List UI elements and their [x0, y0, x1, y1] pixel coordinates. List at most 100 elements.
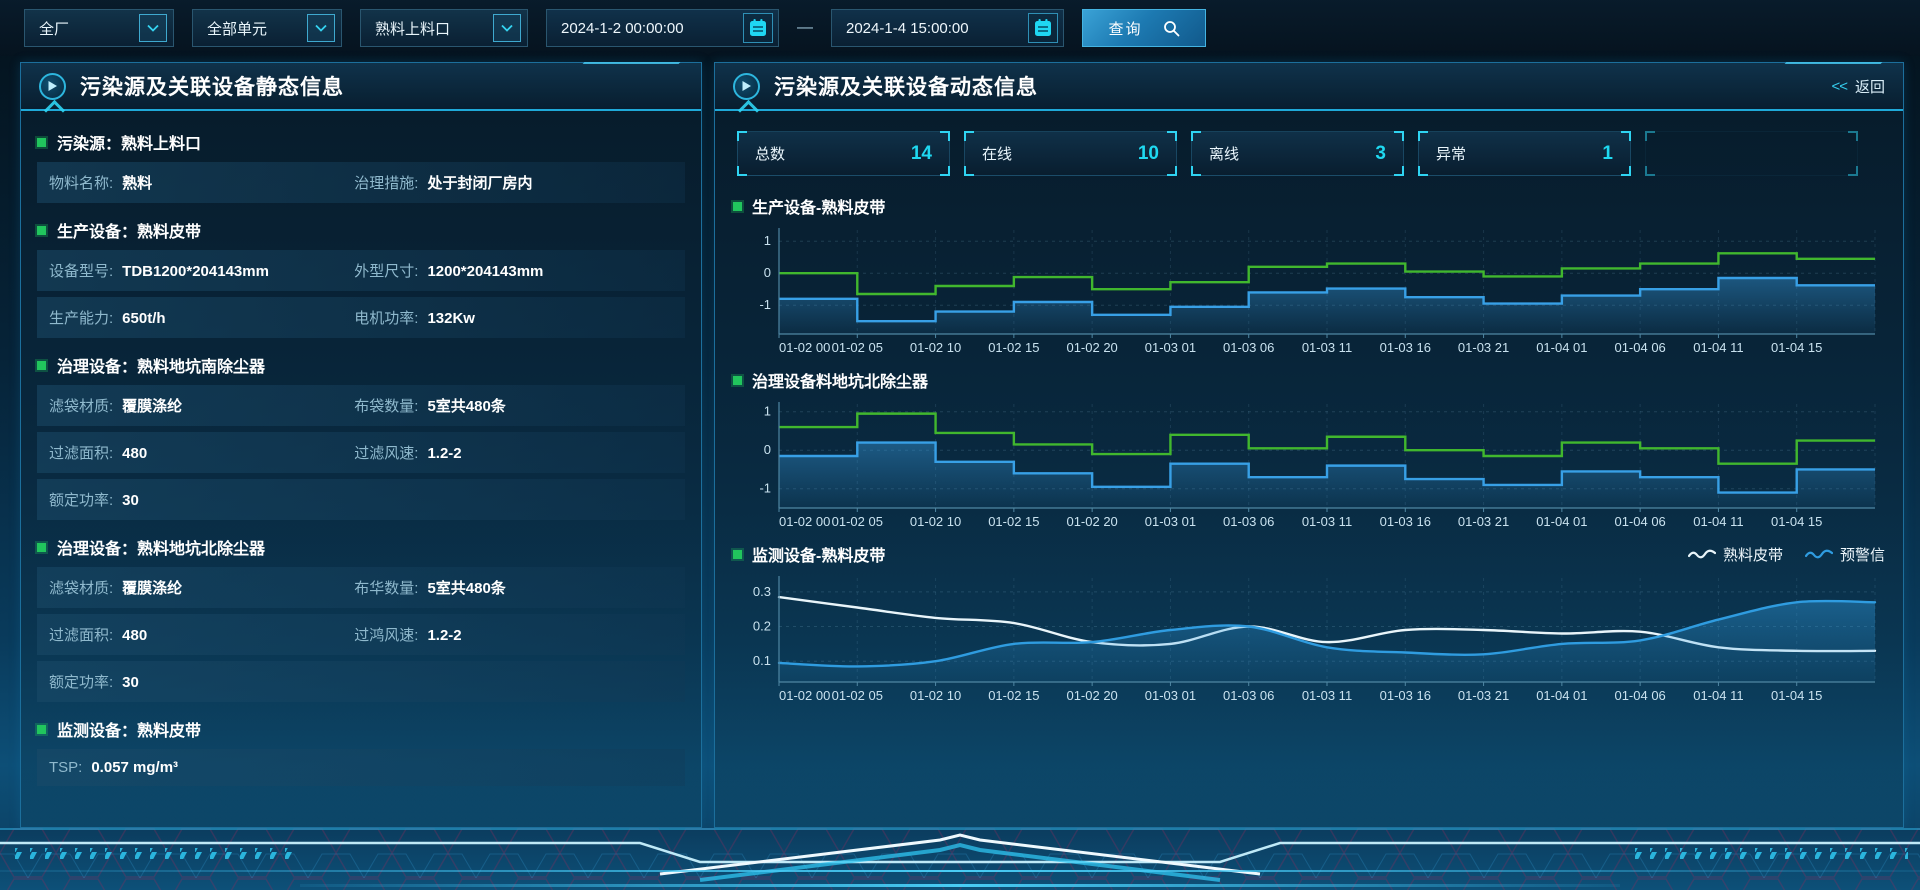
- corner-bracket: [1167, 131, 1177, 141]
- play-icon: [39, 73, 66, 100]
- svg-text:01-03 01: 01-03 01: [1145, 340, 1196, 355]
- info-cell: 布华数量:5室共480条: [354, 577, 685, 598]
- dynamic-info-panel: 污染源及关联设备动态信息 << 返回 总数14在线10离线3异常1 生产设备-熟…: [714, 62, 1904, 828]
- svg-text:01-03 21: 01-03 21: [1458, 340, 1509, 355]
- chevron-down-icon[interactable]: [493, 14, 521, 42]
- info-row: TSP:0.057 mg/m³: [37, 749, 685, 786]
- info-cell: 布袋数量:5室共480条: [354, 395, 685, 416]
- green-square-bullet: [733, 202, 742, 211]
- stat-card: 离线3: [1191, 131, 1404, 176]
- info-cell: 额定功率:30: [49, 489, 354, 510]
- chart-legend: 熟料皮带 预警信: [1688, 544, 1885, 565]
- field-value: 132Kw: [427, 310, 475, 327]
- svg-text:01-02 15: 01-02 15: [988, 514, 1039, 529]
- svg-text:01-03 01: 01-03 01: [1145, 688, 1196, 703]
- info-cell: 治理措施:处于封闭厂房内: [354, 172, 685, 193]
- static-panel-header: 污染源及关联设备静态信息: [21, 63, 701, 111]
- info-cell: 生产能力:650t/h: [49, 307, 354, 328]
- chart-title-row: 治理设备料地坑北除尘器: [733, 364, 1885, 396]
- calendar-icon[interactable]: [743, 13, 773, 43]
- pollution-source-select-value: 熟料上料口: [375, 18, 450, 39]
- legend-label: 熟料皮带: [1723, 544, 1783, 565]
- svg-text:01-04 11: 01-04 11: [1693, 340, 1743, 355]
- back-button[interactable]: << 返回: [1831, 76, 1885, 97]
- query-button-label: 查询: [1108, 18, 1142, 39]
- plant-select[interactable]: 全厂: [24, 9, 174, 47]
- chart-title: 监测设备-熟料皮带: [752, 542, 885, 566]
- chart-plot: 0.30.20.101-02 0001-02 0501-02 1001-02 1…: [733, 570, 1885, 706]
- field-value: 1.2-2: [427, 445, 461, 462]
- corner-bracket: [1621, 131, 1631, 141]
- info-row: 额定功率:30: [37, 479, 685, 520]
- green-square-bullet: [37, 543, 46, 552]
- svg-text:01-03 16: 01-03 16: [1380, 688, 1431, 703]
- start-datetime-input[interactable]: 2024-1-2 00:00:00: [546, 9, 779, 47]
- section-header: 监测设备：熟料皮带: [23, 708, 699, 749]
- legend-label: 预警信: [1840, 544, 1885, 565]
- dynamic-panel-title: 污染源及关联设备动态信息: [774, 71, 1038, 101]
- section-header: 治理设备：熟料地坑北除尘器: [23, 526, 699, 567]
- corner-bracket: [20, 814, 34, 828]
- chart-block-1: 生产设备-熟料皮带10-101-02 0001-02 0501-02 1001-…: [733, 190, 1885, 358]
- svg-text:01-03 16: 01-03 16: [1380, 340, 1431, 355]
- info-cell: 滤袋材质:覆膜涤纶: [49, 395, 354, 416]
- chart-plot: 10-101-02 0001-02 0501-02 1001-02 1501-0…: [733, 396, 1885, 532]
- field-label: 布华数量:: [354, 580, 418, 597]
- field-value: 0.057 mg/m³: [91, 759, 178, 776]
- corner-bracket: [1191, 131, 1201, 141]
- info-row: 过滤面积:480过滤风速:1.2-2: [37, 432, 685, 473]
- static-info-panel: 污染源及关联设备静态信息 污染源：熟料上料口物料名称:熟料治理措施:处于封闭厂房…: [20, 62, 702, 828]
- field-value: 1200*204143mm: [427, 263, 543, 280]
- corner-bracket: [964, 166, 974, 176]
- svg-text:01-03 16: 01-03 16: [1380, 514, 1431, 529]
- svg-text:01-02 10: 01-02 10: [910, 340, 961, 355]
- info-cell: 过滤面积:480: [49, 442, 354, 463]
- svg-text:01-04 15: 01-04 15: [1771, 688, 1822, 703]
- play-icon: [733, 73, 760, 100]
- field-value: 30: [122, 674, 139, 691]
- chart-title-row: 监测设备-熟料皮带 熟料皮带 预警信: [733, 538, 1885, 570]
- info-row: 物料名称:熟料治理措施:处于封闭厂房内: [37, 162, 685, 203]
- unit-select-value: 全部单元: [207, 18, 267, 39]
- corner-bracket: [688, 814, 702, 828]
- field-label: 滤袋材质:: [49, 580, 113, 597]
- svg-text:01-02 00: 01-02 00: [779, 688, 830, 703]
- main-content: 污染源及关联设备静态信息 污染源：熟料上料口物料名称:熟料治理措施:处于封闭厂房…: [20, 62, 1902, 828]
- chevron-down-icon[interactable]: [307, 14, 335, 42]
- svg-text:01-02 10: 01-02 10: [910, 688, 961, 703]
- chevron-down-icon[interactable]: [139, 14, 167, 42]
- corner-bracket: [940, 166, 950, 176]
- field-label: 过鸿风速:: [354, 627, 418, 644]
- section-header: 生产设备：熟料皮带: [23, 209, 699, 250]
- stat-label: 总数: [755, 143, 785, 164]
- end-datetime-input[interactable]: 2024-1-4 15:00:00: [831, 9, 1064, 47]
- corner-bracket: [1645, 166, 1655, 176]
- info-cell: 滤袋材质:覆膜涤纶: [49, 577, 354, 598]
- query-button[interactable]: 查询: [1082, 9, 1206, 47]
- info-row: 滤袋材质:覆膜涤纶布袋数量:5室共480条: [37, 385, 685, 426]
- stat-card: 异常1: [1418, 131, 1631, 176]
- stat-card: 在线10: [964, 131, 1177, 176]
- legend-item[interactable]: 熟料皮带: [1688, 544, 1783, 565]
- section-title: 治理设备：熟料地坑北除尘器: [57, 535, 265, 559]
- svg-text:0: 0: [764, 265, 771, 280]
- chart-block-2: 治理设备料地坑北除尘器10-101-02 0001-02 0501-02 100…: [733, 364, 1885, 532]
- stat-label: 异常: [1436, 143, 1466, 164]
- green-square-bullet: [37, 138, 46, 147]
- info-cell: 物料名称:熟料: [49, 172, 354, 193]
- svg-text:01-03 06: 01-03 06: [1223, 514, 1274, 529]
- legend-item[interactable]: 预警信: [1805, 544, 1885, 565]
- pollution-source-select[interactable]: 熟料上料口: [360, 9, 528, 47]
- info-cell: 过鸿风速:1.2-2: [354, 624, 685, 645]
- calendar-icon[interactable]: [1028, 13, 1058, 43]
- corner-bracket: [1167, 166, 1177, 176]
- start-datetime-value: 2024-1-2 00:00:00: [561, 20, 733, 37]
- green-square-bullet: [733, 376, 742, 385]
- info-row: 过滤面积:480过鸿风速:1.2-2: [37, 614, 685, 655]
- green-square-bullet: [37, 226, 46, 235]
- topbar: 全厂 全部单元 熟料上料口 2024-1-2 00:00:00 — 2024: [0, 0, 1920, 56]
- svg-text:01-04 01: 01-04 01: [1536, 514, 1587, 529]
- unit-select[interactable]: 全部单元: [192, 9, 342, 47]
- field-label: 滤袋材质:: [49, 398, 113, 415]
- footer-decoration: [0, 828, 1920, 890]
